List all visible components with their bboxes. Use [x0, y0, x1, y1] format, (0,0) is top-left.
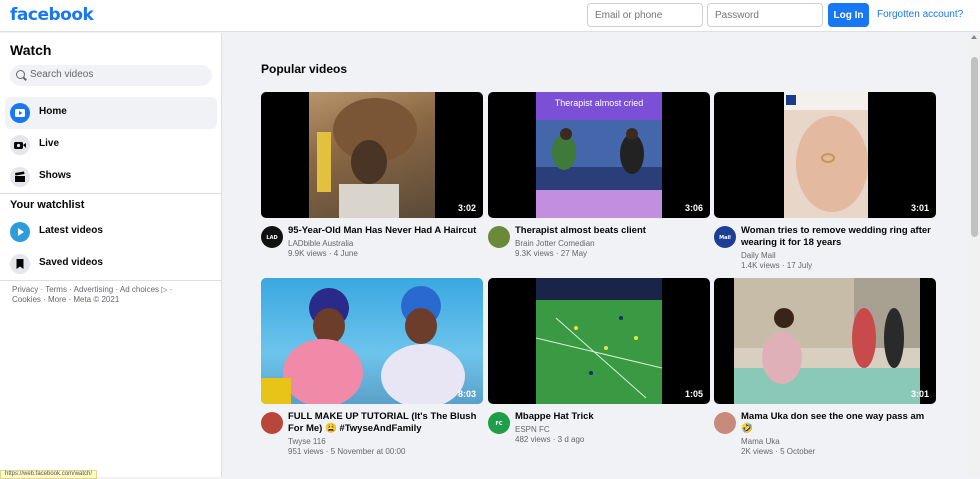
video-meta: 2K views · 5 October: [741, 447, 816, 456]
video-thumbnail[interactable]: 8:03: [261, 278, 483, 404]
password-field[interactable]: [707, 3, 823, 27]
email-field[interactable]: [587, 3, 703, 27]
video-meta: 1.4K views · 17 July: [741, 261, 813, 270]
sidebar-item-label: Home: [39, 106, 67, 117]
thumbnail-image: [309, 92, 435, 218]
sidebar: Watch Search videos Home Live Shows Your…: [0, 33, 222, 477]
video-duration: 3:01: [910, 203, 929, 213]
divider: [0, 280, 222, 281]
channel-avatar[interactable]: Mail: [714, 226, 736, 248]
login-button[interactable]: Log In: [828, 3, 869, 27]
svg-text:LAD: LAD: [266, 235, 277, 241]
sidebar-item-home[interactable]: Home: [5, 97, 217, 129]
video-title[interactable]: Mama Uka don see the one way pass am 🤣: [741, 411, 936, 435]
channel-avatar[interactable]: [488, 226, 510, 248]
channel-name[interactable]: Daily Mail: [741, 251, 776, 260]
channel-avatar[interactable]: FC: [488, 412, 510, 434]
forgotten-account-link[interactable]: Forgotten account?: [877, 9, 963, 20]
video-duration: 3:02: [457, 203, 476, 213]
thumbnail-image: [261, 278, 483, 404]
sidebar-item-latest-videos[interactable]: Latest videos: [5, 216, 217, 248]
thumbnail-image: [734, 278, 920, 404]
video-meta: 9.9K views · 4 June: [288, 249, 358, 258]
sidebar-item-shows[interactable]: Shows: [5, 161, 217, 193]
thumbnail-image: [784, 92, 868, 218]
channel-name[interactable]: Mama Uka: [741, 437, 780, 446]
sidebar-item-saved-videos[interactable]: Saved videos: [5, 248, 217, 280]
channel-avatar[interactable]: LAD: [261, 226, 283, 248]
play-icon: [10, 222, 30, 242]
scroll-up-arrow-icon[interactable]: [971, 35, 977, 39]
video-duration: 1:05: [684, 389, 703, 399]
video-title[interactable]: Mbappe Hat Trick: [515, 411, 710, 423]
video-thumbnail[interactable]: 1:05: [488, 278, 710, 404]
status-bar-url: https://web.facebook.com/watch/: [0, 470, 98, 479]
facebook-logo[interactable]: facebook: [10, 5, 94, 25]
video-thumbnail[interactable]: Therapist almost cried 3:06: [488, 92, 710, 218]
top-bar: facebook Log In Forgotten account?: [0, 0, 980, 32]
sidebar-item-label: Saved videos: [39, 257, 103, 268]
video-title[interactable]: Therapist almost beats client: [515, 225, 710, 237]
clapper-icon: [10, 167, 30, 187]
scrollbar[interactable]: [969, 33, 980, 477]
sidebar-item-label: Shows: [39, 170, 72, 181]
video-meta: 482 views · 3 d ago: [515, 435, 585, 444]
channel-name[interactable]: ESPN FC: [515, 425, 550, 434]
channel-name[interactable]: Twyse 116: [288, 437, 326, 446]
channel-avatar[interactable]: [261, 412, 283, 434]
video-meta: 9.3K views · 27 May: [515, 249, 588, 258]
thumbnail-caption: Therapist almost cried: [536, 92, 662, 114]
page-title: Watch: [10, 42, 52, 58]
video-title[interactable]: FULL MAKE UP TUTORIAL (It's The Blush Fo…: [288, 411, 483, 435]
home-video-icon: [10, 103, 30, 123]
footer-links[interactable]: Privacy · Terms · Advertising · Ad choic…: [12, 285, 192, 305]
watchlist-heading: Your watchlist: [10, 199, 85, 211]
search-input[interactable]: Search videos: [10, 65, 212, 86]
video-title[interactable]: Woman tries to remove wedding ring after…: [741, 225, 936, 249]
scroll-thumb[interactable]: [971, 57, 978, 237]
divider: [0, 193, 222, 194]
sidebar-item-label: Live: [39, 138, 60, 149]
video-meta: 951 views · 5 November at 00:00: [288, 447, 406, 456]
channel-name[interactable]: Brain Jotter Comedian: [515, 239, 595, 248]
video-duration: 8:03: [457, 389, 476, 399]
video-duration: 3:01: [910, 389, 929, 399]
svg-text:FC: FC: [495, 421, 502, 427]
bookmark-icon: [10, 254, 30, 274]
sidebar-item-label: Latest videos: [39, 225, 103, 236]
video-thumbnail[interactable]: 3:01: [714, 278, 936, 404]
search-icon: [16, 70, 25, 79]
svg-text:Mail: Mail: [719, 235, 731, 241]
section-title: Popular videos: [261, 62, 348, 76]
video-thumbnail[interactable]: 3:01: [714, 92, 936, 218]
channel-name[interactable]: LADbible Australia: [288, 239, 353, 248]
video-duration: 3:06: [684, 203, 703, 213]
video-thumbnail[interactable]: 3:02: [261, 92, 483, 218]
search-placeholder: Search videos: [30, 69, 94, 80]
live-icon: [10, 135, 30, 155]
thumbnail-image: [535, 278, 663, 404]
sidebar-item-live[interactable]: Live: [5, 129, 217, 161]
channel-avatar[interactable]: [714, 412, 736, 434]
video-title[interactable]: 95-Year-Old Man Has Never Had A Haircut: [288, 225, 483, 237]
